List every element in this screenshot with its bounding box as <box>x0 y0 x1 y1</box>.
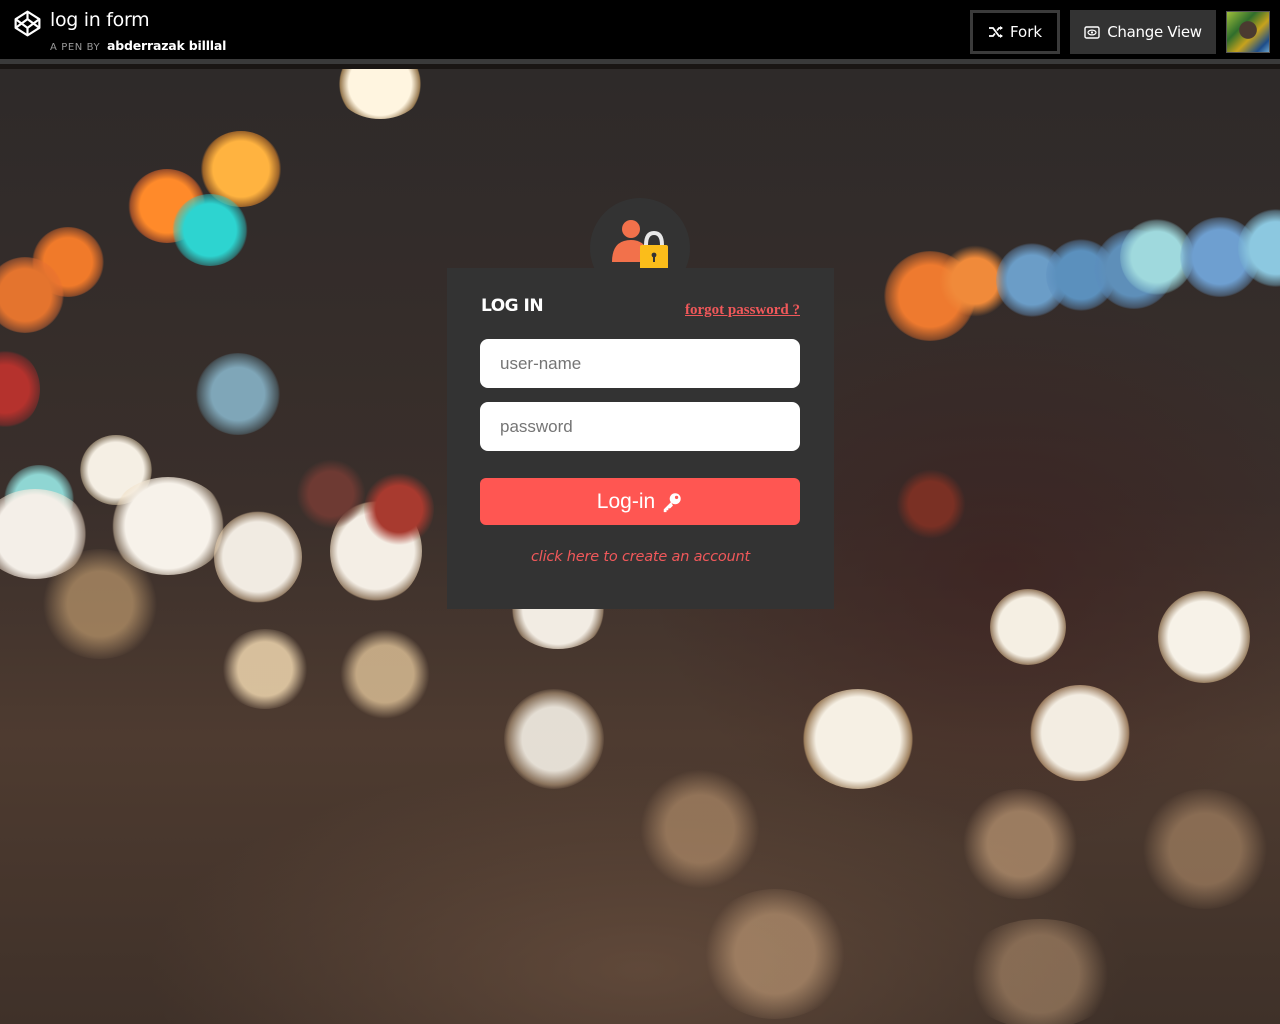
key-icon <box>663 492 681 512</box>
pen-author-link[interactable]: abderrazak billlal <box>107 38 226 53</box>
fork-button[interactable]: Fork <box>970 10 1060 54</box>
fork-icon <box>988 26 1003 38</box>
create-account-link[interactable]: click here to create an account <box>447 549 834 565</box>
change-view-button[interactable]: Change View <box>1070 10 1216 54</box>
codepen-logo-icon[interactable] <box>14 10 41 37</box>
login-heading: LOG IN <box>481 296 544 316</box>
login-button[interactable]: Log-in <box>480 478 800 525</box>
login-button-label: Log-in <box>596 489 656 513</box>
change-view-label: Change View <box>1107 23 1202 41</box>
pen-title[interactable]: log in form <box>50 9 150 31</box>
pen-header: log in form A PEN BY abderrazak billlal … <box>0 0 1280 64</box>
user-avatar[interactable] <box>1226 11 1270 53</box>
fork-label: Fork <box>1009 23 1043 41</box>
pen-by-label: A PEN BY <box>50 42 101 53</box>
username-input[interactable] <box>480 339 800 388</box>
forgot-password-link[interactable]: forgot password ? <box>685 302 800 319</box>
login-card: LOG IN forgot password ? Log-in click he… <box>447 268 834 609</box>
eye-icon <box>1084 25 1100 39</box>
pen-byline: A PEN BY abderrazak billlal <box>50 38 226 53</box>
password-input[interactable] <box>480 402 800 451</box>
